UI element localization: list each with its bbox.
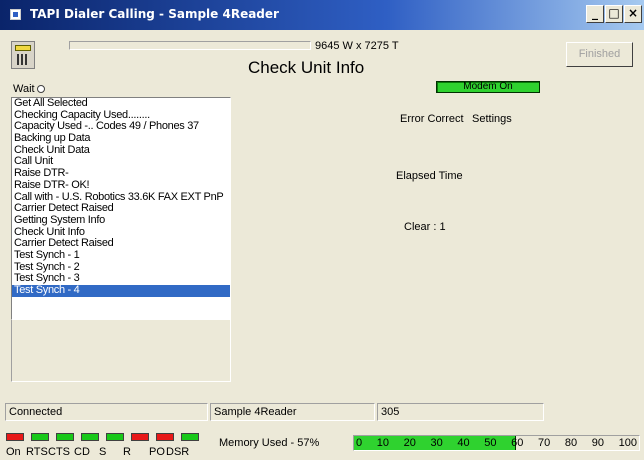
list-item[interactable]: Test Synch - 1	[12, 250, 230, 262]
signal-led-label: CD	[74, 446, 90, 458]
finished-button[interactable]: Finished	[566, 42, 633, 67]
gauge-tick-label: 100	[618, 437, 637, 449]
gauge-tick-label: 40	[457, 437, 470, 449]
error-correct-label: Error Correct	[400, 113, 464, 125]
log-lower-panel	[11, 320, 231, 382]
list-item[interactable]: Check Unit Data	[12, 145, 230, 157]
list-item[interactable]: Check Unit Info	[12, 227, 230, 239]
wait-label: Wait	[13, 83, 35, 95]
signal-leds: On RTS CTS CD S R PO DSR	[6, 430, 210, 458]
signal-led	[31, 433, 49, 441]
close-button[interactable]: ×	[624, 5, 642, 23]
log-listbox[interactable]: Get All Selected Checking Capacity Used..…	[11, 97, 231, 320]
memory-gauge: 0 10 20 30 40 50 60 70 80 90 100	[353, 435, 640, 451]
status-connection: Connected	[5, 403, 208, 421]
signal-led	[6, 433, 24, 441]
signal-led	[81, 433, 99, 441]
gauge-tick-label: 50	[484, 437, 497, 449]
list-item[interactable]: Raise DTR-	[12, 168, 230, 180]
list-item[interactable]: Test Synch - 3	[12, 273, 230, 285]
list-item[interactable]: Carrier Detect Raised	[12, 238, 230, 250]
gauge-tick-label: 30	[430, 437, 443, 449]
list-item[interactable]: Get All Selected	[12, 98, 230, 110]
list-item[interactable]: Backing up Data	[12, 133, 230, 145]
minimize-button[interactable]: _	[586, 5, 604, 23]
signal-led-label: S	[99, 446, 107, 458]
list-item[interactable]: Getting System Info	[12, 215, 230, 227]
settings-label: Settings	[472, 113, 512, 125]
list-item[interactable]: Checking Capacity Used........	[12, 110, 230, 122]
gauge-tick-label: 20	[403, 437, 416, 449]
window-title: TAPI Dialer Calling - Sample 4Reader	[30, 7, 279, 21]
title-bar: TAPI Dialer Calling - Sample 4Reader _ □…	[0, 0, 644, 30]
signal-led-label: On	[6, 446, 21, 458]
modem-status-indicator: Modem On	[436, 81, 540, 93]
status-device: Sample 4Reader	[210, 403, 375, 421]
gauge-tick-label: 80	[564, 437, 578, 449]
clear-count-label: Clear : 1	[404, 221, 446, 233]
signal-led-label: DSR	[166, 446, 190, 458]
signal-led-label: PO	[149, 446, 165, 458]
wait-radio-icon	[36, 85, 45, 93]
gauge-tick-label: 0	[356, 437, 363, 449]
status-number: 305	[377, 403, 544, 421]
app-icon[interactable]	[10, 9, 21, 20]
signal-led	[56, 433, 74, 441]
list-item[interactable]: Test Synch - 2	[12, 262, 230, 274]
list-item[interactable]: Test Synch - 4	[12, 285, 230, 297]
list-item[interactable]: Carrier Detect Raised	[12, 203, 230, 215]
signal-led	[131, 433, 149, 441]
signal-led	[181, 433, 199, 441]
progress-field	[69, 41, 311, 50]
wait-indicator: Wait	[13, 83, 45, 95]
signal-led-label: CTS	[48, 446, 70, 458]
signal-led	[156, 433, 174, 441]
gauge-tick-label: 10	[376, 437, 389, 449]
signal-led-label: RTS	[26, 446, 48, 458]
gauge-tick-label: 90	[591, 437, 604, 449]
gauge-tick-label: 70	[538, 437, 551, 449]
page-title: Check Unit Info	[248, 58, 365, 77]
signal-led-label: R	[123, 446, 131, 458]
size-readout: 9645 W x 7275 T	[315, 40, 399, 52]
list-item[interactable]: Raise DTR- OK!	[12, 180, 230, 192]
list-item[interactable]: Call with - U.S. Robotics 33.6K FAX EXT …	[12, 192, 230, 204]
memory-gauge-ticks: 0 10 20 30 40 50 60 70 80 90 100	[356, 437, 637, 451]
elapsed-time-label: Elapsed Time	[396, 170, 463, 182]
memory-used-label: Memory Used - 57%	[219, 437, 320, 449]
maximize-button[interactable]: □	[605, 5, 623, 23]
phone-icon	[11, 41, 35, 69]
gauge-tick-label: 60	[511, 437, 524, 449]
signal-led	[106, 433, 124, 441]
list-item[interactable]: Call Unit	[12, 156, 230, 168]
list-item[interactable]: Capacity Used -.. Codes 49 / Phones 37	[12, 121, 230, 133]
